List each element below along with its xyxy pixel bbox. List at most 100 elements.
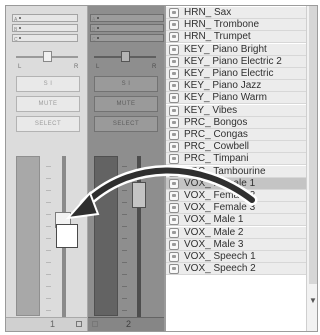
list-item[interactable]: VOX_ Speech 2 bbox=[166, 263, 306, 276]
pan-knob[interactable] bbox=[43, 51, 52, 62]
list-item-label: VOX_ Male 2 bbox=[184, 226, 244, 238]
level-meter bbox=[94, 156, 118, 316]
drag-cursor-icon bbox=[56, 224, 78, 248]
select-button[interactable]: SELECT bbox=[16, 116, 80, 132]
instrument-icon bbox=[169, 215, 179, 226]
list-item[interactable]: VOX_ Male 3 bbox=[166, 238, 306, 251]
channel-footer: 1 bbox=[6, 317, 87, 331]
list-item[interactable]: KEY_ Piano Jazz bbox=[166, 80, 306, 93]
fader-handle[interactable] bbox=[132, 182, 146, 208]
list-item-label: VOX_ Speech 2 bbox=[184, 263, 256, 275]
list-item[interactable]: HRN_ Trumpet bbox=[166, 31, 306, 44]
channel-footer: 2 bbox=[88, 317, 164, 331]
list-item[interactable]: VOX_ Male 1 bbox=[166, 214, 306, 227]
send-label: C bbox=[92, 37, 96, 43]
scrollbar-thumb[interactable] bbox=[309, 6, 317, 284]
list-item[interactable]: KEY_ Piano Warm bbox=[166, 92, 306, 105]
list-item[interactable]: VOX_ Female 1 bbox=[166, 177, 306, 190]
channel-number: 1 bbox=[50, 319, 56, 329]
list-item[interactable]: PRC_ Timpani bbox=[166, 153, 306, 166]
pan-knob[interactable] bbox=[121, 51, 130, 62]
record-arm-icon[interactable] bbox=[92, 321, 98, 327]
instrument-icon bbox=[169, 166, 179, 177]
list-item-label: HRN_ Trumpet bbox=[184, 31, 251, 43]
list-item[interactable]: VOX_ Male 2 bbox=[166, 226, 306, 239]
list-item-label: KEY_ Piano Electric bbox=[184, 68, 274, 79]
channel-number: 2 bbox=[126, 319, 132, 329]
list-item-label: PRC_ Bongos bbox=[184, 116, 248, 128]
list-item-label: PRC_ Tambourine bbox=[184, 165, 266, 177]
instrument-icon bbox=[169, 69, 179, 79]
send-a[interactable]: A bbox=[90, 14, 164, 23]
send-label: B bbox=[92, 27, 96, 33]
instrument-icon bbox=[169, 105, 179, 116]
pan-slider[interactable] bbox=[94, 50, 156, 64]
list-item-label: VOX_ Male 3 bbox=[184, 238, 244, 250]
list-item-label: VOX_ Female 1 bbox=[184, 177, 256, 189]
list-item[interactable]: KEY_ Vibes bbox=[166, 104, 306, 117]
send-c[interactable]: C bbox=[12, 34, 78, 43]
list-item[interactable]: KEY_ Piano Electric 2 bbox=[166, 55, 306, 68]
mute-button[interactable]: MUTE bbox=[94, 96, 158, 112]
channel-strip-1: A B C L R S I MUTE SELECT 1 bbox=[6, 6, 88, 331]
list-item-label: KEY_ Piano Warm bbox=[184, 92, 267, 104]
record-arm-icon[interactable] bbox=[76, 321, 82, 327]
instrument-icon bbox=[169, 44, 179, 55]
list-item[interactable]: PRC_ Congas bbox=[166, 129, 306, 141]
send-label: B bbox=[14, 27, 18, 33]
instrument-icon bbox=[169, 252, 179, 262]
send-c[interactable]: C bbox=[90, 34, 164, 43]
list-item-label: PRC_ Cowbell bbox=[184, 141, 250, 153]
instrument-icon bbox=[169, 56, 179, 67]
pan-slider[interactable] bbox=[16, 50, 78, 64]
instrument-icon bbox=[169, 142, 179, 153]
list-item-label: VOX_ Female 2 bbox=[184, 190, 256, 201]
list-item[interactable]: VOX_ Female 3 bbox=[166, 202, 306, 215]
instrument-icon bbox=[169, 203, 179, 214]
instrument-icon bbox=[169, 32, 179, 43]
scroll-down-icon[interactable]: ▼ bbox=[309, 296, 317, 305]
send-a[interactable]: A bbox=[12, 14, 78, 23]
list-item[interactable]: PRC_ Tambourine bbox=[166, 165, 306, 178]
instrument-icon bbox=[169, 20, 179, 31]
list-item[interactable]: VOX_ Speech 1 bbox=[166, 251, 306, 263]
send-label: A bbox=[92, 17, 96, 23]
pan-left-label: L bbox=[96, 64, 100, 70]
list-item-label: KEY_ Piano Bright bbox=[184, 43, 267, 55]
list-scrollbar[interactable]: ▼ bbox=[306, 6, 317, 331]
fader-track bbox=[137, 156, 141, 320]
instrument-icon bbox=[169, 130, 179, 140]
instrument-icon bbox=[169, 8, 179, 18]
level-meter bbox=[16, 156, 40, 316]
list-item[interactable]: PRC_ Bongos bbox=[166, 116, 306, 129]
select-button[interactable]: SELECT bbox=[94, 116, 158, 132]
list-item-label: PRC_ Timpani bbox=[184, 153, 249, 165]
instrument-icon bbox=[169, 154, 179, 165]
channel-strip-2: A B C L R S I MUTE SELECT 2 bbox=[88, 6, 164, 331]
list-item[interactable]: KEY_ Piano Bright bbox=[166, 43, 306, 56]
list-item[interactable]: VOX_ Female 2 bbox=[166, 190, 306, 202]
mute-button[interactable]: MUTE bbox=[16, 96, 80, 112]
send-b[interactable]: B bbox=[90, 24, 164, 33]
pan-right-label: R bbox=[74, 64, 79, 70]
list-item-label: KEY_ Piano Electric 2 bbox=[184, 55, 282, 67]
list-item[interactable]: PRC_ Cowbell bbox=[166, 141, 306, 154]
list-item[interactable]: HRN_ Sax bbox=[166, 7, 306, 19]
send-b[interactable]: B bbox=[12, 24, 78, 33]
instrument-icon bbox=[169, 117, 179, 128]
mixer-panel: A B C L R S I MUTE SELECT 1 A B C L R S bbox=[5, 5, 165, 332]
pan-right-label: R bbox=[152, 64, 157, 70]
list-item[interactable]: HRN_ Trombone bbox=[166, 19, 306, 32]
instrument-icon bbox=[169, 239, 179, 250]
solo-button[interactable]: S I bbox=[94, 76, 158, 92]
list-item-label: VOX_ Male 1 bbox=[184, 214, 244, 226]
list-item-label: VOX_ Speech 1 bbox=[184, 251, 256, 262]
send-label: C bbox=[14, 37, 18, 43]
instrument-icon bbox=[169, 93, 179, 104]
instrument-icon bbox=[169, 264, 179, 275]
instrument-icon bbox=[169, 178, 179, 189]
list-item-label: VOX_ Female 3 bbox=[184, 202, 256, 214]
solo-button[interactable]: S I bbox=[16, 76, 80, 92]
list-item[interactable]: KEY_ Piano Electric bbox=[166, 68, 306, 80]
instrument-list[interactable]: HRN_ Sax HRN_ Trombone HRN_ Trumpet KEY_ Pi… bbox=[165, 5, 318, 332]
